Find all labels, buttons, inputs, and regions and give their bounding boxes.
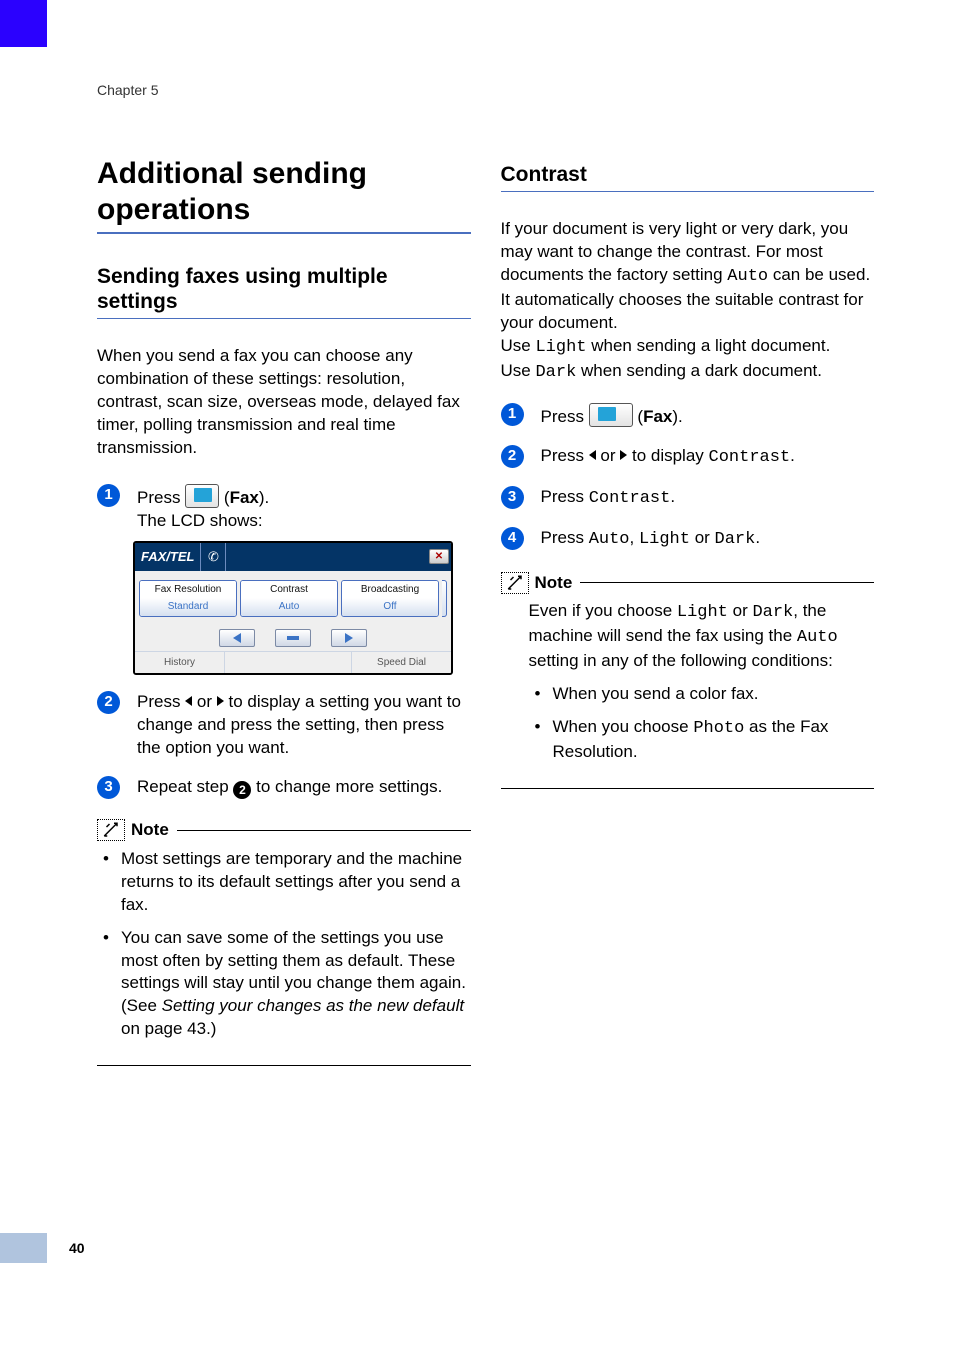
subsection-heading: Contrast bbox=[501, 156, 875, 192]
note-block: Note Even if you choose Light or Dark, t… bbox=[501, 572, 875, 790]
arrow-left-icon bbox=[589, 450, 596, 460]
chapter-label: Chapter 5 bbox=[97, 82, 874, 98]
step-1: 1 Press (Fax). The LCD shows: FAX/TEL ✆ … bbox=[97, 484, 471, 675]
step-3: 3 Repeat step 2 to change more settings. bbox=[97, 776, 471, 799]
step-number-icon: 2 bbox=[501, 445, 524, 468]
phone-icon: ✆ bbox=[201, 543, 225, 571]
lcd-setting-contrast: Contrast Auto bbox=[240, 580, 338, 617]
step-number-icon: 2 bbox=[97, 691, 120, 714]
arrow-right-icon bbox=[217, 696, 224, 706]
page-footer: 40 bbox=[0, 1233, 85, 1263]
note-icon bbox=[501, 572, 529, 594]
lcd-setting-resolution: Fax Resolution Standard bbox=[139, 580, 237, 617]
lcd-screenshot: FAX/TEL ✆ ✕ Fax Resolution Standard bbox=[133, 541, 453, 675]
step-3: 3 Press Contrast. bbox=[501, 486, 875, 511]
page-number: 40 bbox=[47, 1240, 85, 1256]
step-number-icon: 3 bbox=[501, 486, 524, 509]
step-4: 4 Press Auto, Light or Dark. bbox=[501, 527, 875, 552]
note-bullet: Most settings are temporary and the mach… bbox=[101, 848, 471, 917]
note-icon bbox=[97, 819, 125, 841]
footer-decoration bbox=[0, 1233, 47, 1263]
right-column: Contrast If your document is very light … bbox=[501, 156, 875, 1088]
note-block: Note Most settings are temporary and the… bbox=[97, 819, 471, 1066]
lcd-arrow-left bbox=[219, 629, 255, 647]
note-bullet: When you send a color fax. bbox=[533, 683, 875, 706]
lcd-arrow-right bbox=[331, 629, 367, 647]
step-number-icon: 4 bbox=[501, 527, 524, 550]
step-reference-icon: 2 bbox=[233, 781, 251, 799]
main-heading: Additional sending operations bbox=[97, 156, 471, 234]
fax-icon bbox=[185, 484, 219, 508]
fax-icon bbox=[589, 403, 633, 427]
step-1: 1 Press (Fax). bbox=[501, 403, 875, 429]
step-number-icon: 1 bbox=[97, 484, 120, 507]
step-number-icon: 3 bbox=[97, 776, 120, 799]
corner-decoration bbox=[0, 0, 47, 47]
left-column: Additional sending operations Sending fa… bbox=[97, 156, 471, 1088]
lcd-arrow-center bbox=[275, 629, 311, 647]
lcd-close-icon: ✕ bbox=[427, 543, 451, 571]
step-number-icon: 1 bbox=[501, 403, 524, 426]
lcd-setting-broadcasting: Broadcasting Off bbox=[341, 580, 439, 617]
note-bullet: You can save some of the settings you us… bbox=[101, 927, 471, 1042]
step-2: 2 Press or to display Contrast. bbox=[501, 445, 875, 470]
note-text: Even if you choose Light or Dark, the ma… bbox=[501, 600, 875, 683]
step-2: 2 Press or to display a setting you want… bbox=[97, 691, 471, 760]
lcd-speed-dial-button: Speed Dial bbox=[351, 652, 451, 673]
lcd-history-button: History bbox=[135, 652, 225, 673]
subsection-heading: Sending faxes using multiple settings bbox=[97, 264, 471, 319]
contrast-paragraph: If your document is very light or very d… bbox=[501, 218, 875, 385]
note-bullet: When you choose Photo as the Fax Resolut… bbox=[533, 716, 875, 764]
lcd-mode-tab: FAX/TEL bbox=[135, 543, 200, 571]
intro-paragraph: When you send a fax you can choose any c… bbox=[97, 345, 471, 460]
